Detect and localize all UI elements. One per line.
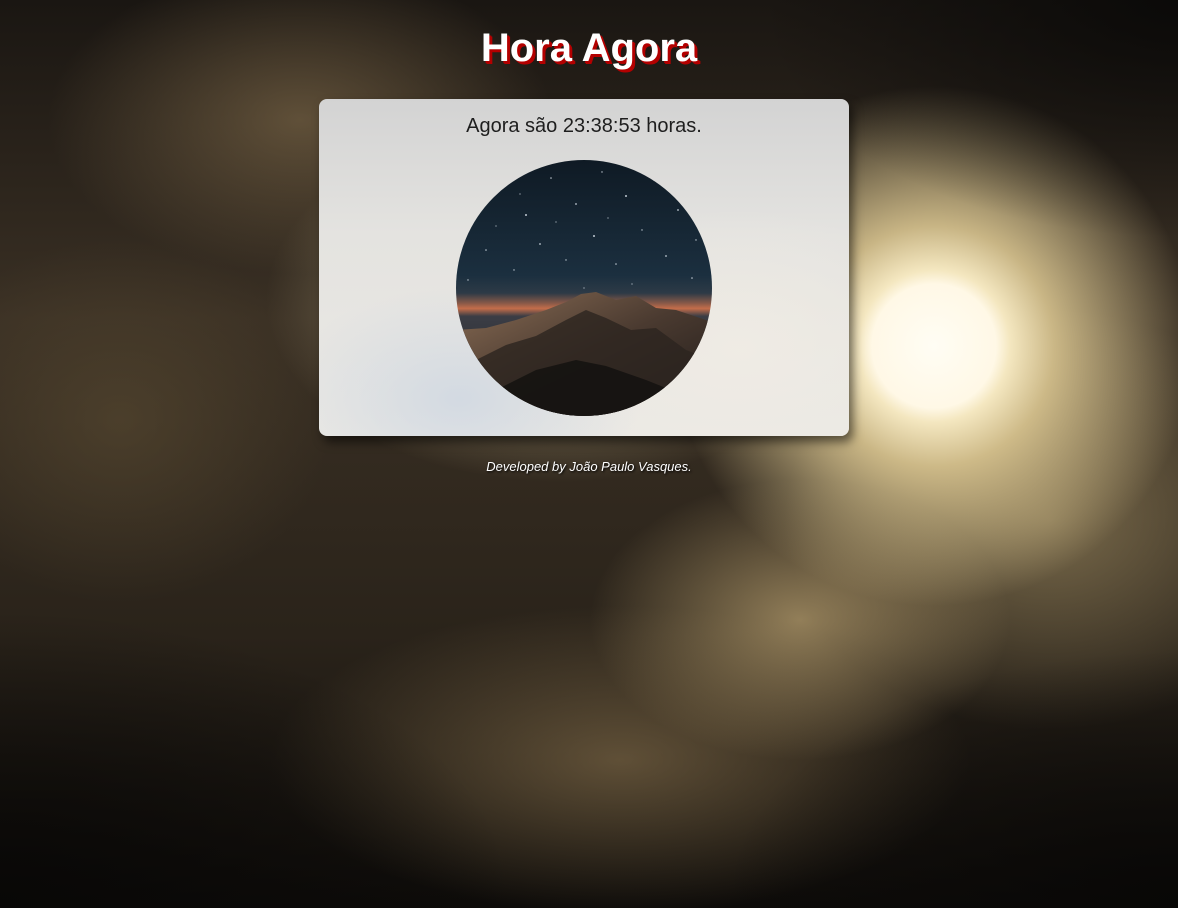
background-shade [718, 648, 1178, 908]
footer-credit: Developed by João Paulo Vasques. [486, 459, 692, 474]
time-message: Agora são 23:38:53 horas. [466, 115, 702, 137]
night-mountain-image [456, 160, 712, 416]
background-shade [0, 608, 520, 908]
time-card: Agora são 23:38:53 horas. [319, 99, 849, 436]
page-title: Hora Agora [480, 26, 698, 70]
